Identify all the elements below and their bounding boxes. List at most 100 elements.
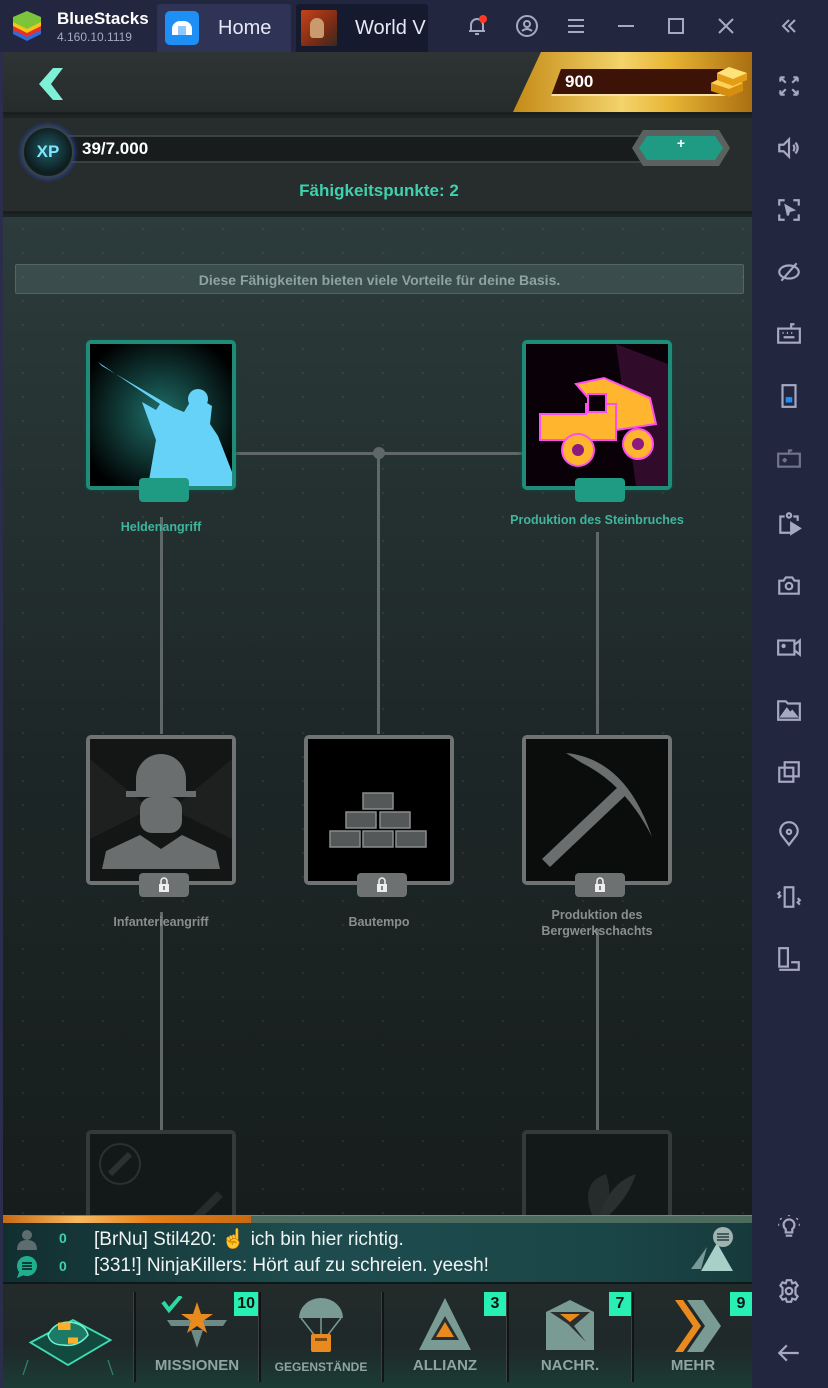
nav-label: GEGENSTÄNDE	[274, 1360, 368, 1374]
home-icon	[165, 11, 199, 45]
skill-name: Bautempo	[348, 915, 410, 929]
account-icon[interactable]	[514, 13, 540, 39]
back-icon[interactable]	[775, 1339, 803, 1367]
lock-icon	[595, 877, 605, 892]
game-header: 900	[3, 52, 752, 115]
missions-badge: 10	[234, 1292, 258, 1316]
skill-name: Heldenangriff	[120, 520, 202, 534]
skill-card-heldenangriff[interactable]	[86, 340, 236, 502]
close-icon[interactable]	[713, 13, 739, 39]
nav-more[interactable]: MEHR 9	[634, 1288, 752, 1384]
tab-game[interactable]: World V	[296, 4, 428, 52]
skill-card-infanterieangriff[interactable]	[86, 735, 236, 897]
chat-count: 0	[59, 1230, 67, 1246]
bricks-icon	[308, 739, 450, 881]
collapse-sidebar-icon[interactable]	[776, 13, 802, 39]
supply-drop-icon	[299, 1298, 343, 1352]
alliance-icon	[419, 1298, 471, 1350]
nav-label: MISSIONEN	[154, 1357, 240, 1374]
skill-name: Produktion des Bergwerkschachts	[541, 908, 653, 938]
lock-tag	[575, 873, 625, 897]
lock-tag	[357, 873, 407, 897]
lock-icon	[377, 877, 387, 892]
base-map-icon	[22, 1318, 114, 1376]
notification-dot	[479, 15, 487, 23]
right-sidebar	[752, 52, 828, 1388]
tab-label: World V	[355, 17, 426, 39]
activity-progress-fill	[3, 1216, 252, 1223]
connector-line	[377, 454, 380, 734]
nav-messages[interactable]: NACHR. 7	[509, 1288, 631, 1384]
volume-icon[interactable]	[775, 134, 803, 162]
skill-card-bergwerk[interactable]	[522, 735, 672, 897]
connector-line	[596, 929, 599, 1132]
alliance-badge: 3	[484, 1292, 506, 1316]
location-icon[interactable]	[775, 820, 803, 848]
camera-icon[interactable]	[775, 571, 803, 599]
bell-icon[interactable]	[464, 13, 490, 39]
chat-message: [BrNu] Stil420: ☝ ich bin hier richtig.	[94, 1229, 404, 1250]
add-xp-button[interactable]: +	[631, 128, 731, 168]
back-arrow-icon[interactable]	[33, 64, 73, 104]
chat-expand-icon[interactable]	[687, 1225, 739, 1281]
mail-icon	[546, 1300, 594, 1350]
bulb-icon[interactable]	[775, 1213, 803, 1241]
skill-name: Infanterieangriff	[113, 915, 209, 929]
xp-value: 39/7.000	[82, 139, 149, 158]
activity-progress-bar	[3, 1215, 752, 1223]
portrait-icon[interactable]	[775, 382, 803, 410]
nav-items[interactable]: GEGENSTÄNDE	[261, 1288, 381, 1384]
lock-icon	[159, 877, 169, 892]
menu-icon[interactable]	[563, 13, 589, 39]
game-viewport: 900 XP 39/7.000 + Fähigkeitspunkte: 2 Di…	[0, 52, 752, 1388]
chat-row: 0 [BrNu] Stil420: ☝ ich bin hier richtig…	[3, 1226, 683, 1252]
user-icon	[17, 1230, 37, 1250]
skill-card-bautempo[interactable]	[304, 735, 454, 897]
messages-badge: 7	[609, 1292, 631, 1316]
bottom-navigation: MISSIONEN 10 GEGENSTÄNDE ALLIANZ 3 NACHR…	[3, 1284, 752, 1388]
chat-message: [331!] NinjaKillers: Hört auf zu schreie…	[94, 1255, 489, 1276]
chat-panel[interactable]: 0 [BrNu] Stil420: ☝ ich bin hier richtig…	[3, 1223, 752, 1284]
xp-badge-label: XP	[36, 142, 60, 161]
pickaxe-icon	[526, 739, 668, 881]
record-icon[interactable]	[775, 633, 803, 661]
app-version: 4.160.10.1119	[57, 30, 132, 44]
settings-icon[interactable]	[775, 1277, 803, 1305]
maximize-icon[interactable]	[663, 13, 689, 39]
skill-level-tag	[575, 478, 625, 502]
gamepad-icon[interactable]	[775, 444, 803, 472]
gallery-icon[interactable]	[775, 696, 803, 724]
missions-icon	[161, 1296, 227, 1348]
minimize-icon[interactable]	[613, 13, 639, 39]
skill-name: Produktion des Steinbruches	[510, 513, 684, 527]
rotate-icon[interactable]	[775, 945, 803, 973]
gold-bars-icon	[711, 67, 747, 97]
soldier-rifle-icon	[90, 344, 232, 486]
skill-card-steinbruch[interactable]	[522, 340, 672, 502]
pointer-lock-icon[interactable]	[775, 196, 803, 224]
nav-label: ALLIANZ	[412, 1357, 478, 1374]
xp-row: XP 39/7.000 + Fähigkeitspunkte: 2	[3, 118, 752, 214]
media-manager-icon[interactable]	[775, 509, 803, 537]
fullscreen-icon[interactable]	[775, 72, 803, 100]
eye-off-icon[interactable]	[775, 258, 803, 286]
nav-alliance[interactable]: ALLIANZ 3	[384, 1288, 506, 1384]
tab-label: Home	[218, 17, 272, 39]
dump-truck-icon	[526, 344, 668, 486]
keyboard-icon[interactable]	[775, 320, 803, 348]
lock-tag	[139, 873, 189, 897]
connector-line	[160, 912, 163, 1132]
shake-icon[interactable]	[775, 883, 803, 911]
plus-label: +	[677, 135, 685, 151]
chat-count: 0	[59, 1258, 67, 1274]
chat-bubble-icon	[17, 1256, 37, 1278]
nav-missions[interactable]: MISSIONEN 10	[136, 1288, 258, 1384]
skill-tree: Diese Fähigkeiten bieten viele Vorteile …	[3, 217, 752, 1280]
title-bar: BlueStacks 4.160.10.1119 Home World V	[0, 0, 828, 52]
nav-label: NACHR.	[540, 1357, 600, 1374]
nav-base-map[interactable]	[3, 1288, 133, 1384]
skill-points: Fähigkeitspunkte: 2	[299, 181, 459, 200]
multi-instance-icon[interactable]	[775, 758, 803, 786]
tab-home[interactable]: Home	[157, 4, 291, 52]
infantry-soldier-icon	[90, 739, 232, 881]
